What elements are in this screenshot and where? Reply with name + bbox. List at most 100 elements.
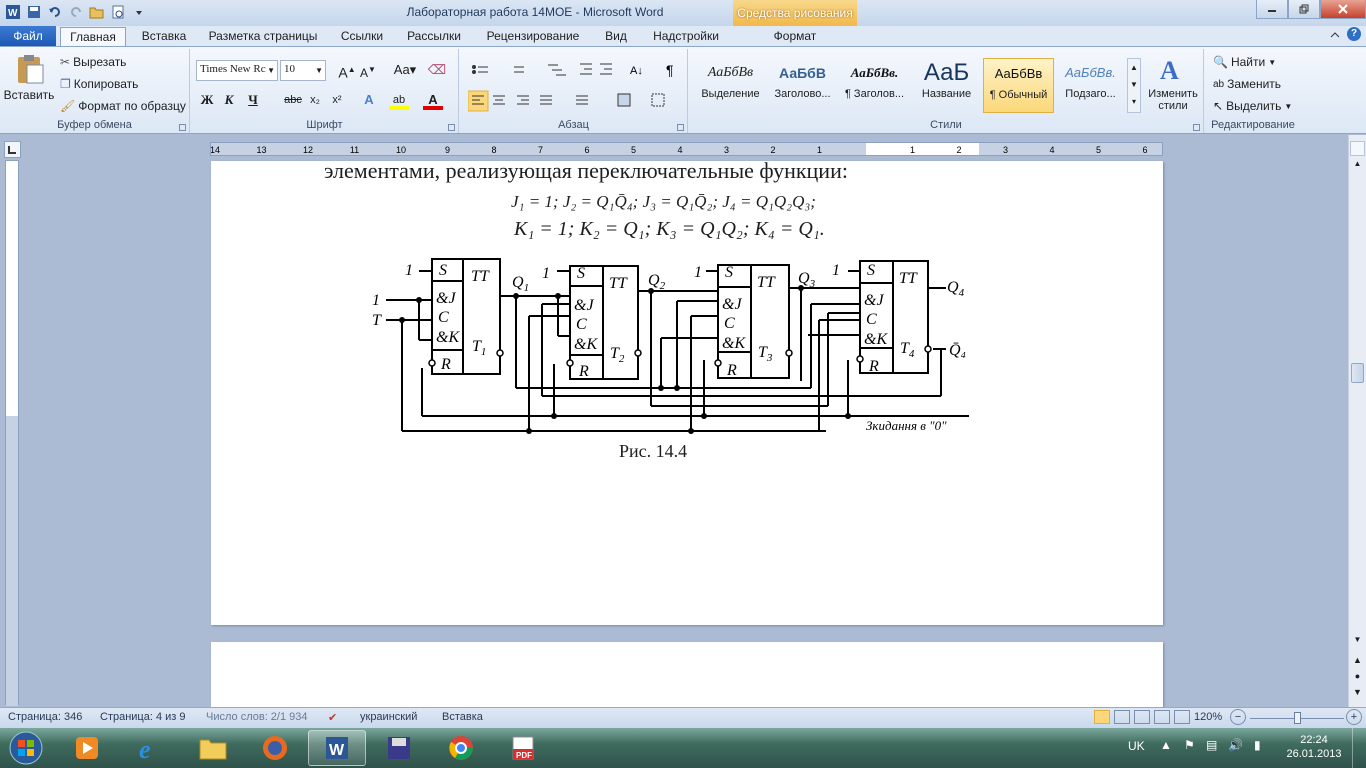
minimize-icon[interactable] xyxy=(1256,0,1288,19)
figure-caption: Рис. 14.4 xyxy=(619,441,688,461)
bold-button[interactable]: Ж xyxy=(197,90,217,110)
tab-file[interactable]: Файл xyxy=(0,26,56,47)
print-layout-icon[interactable] xyxy=(1094,710,1110,724)
select-button[interactable]: ↖ Выделить ▼ xyxy=(1213,99,1292,113)
zoom-thumb[interactable] xyxy=(1294,712,1301,724)
highlight-icon[interactable]: ab xyxy=(389,90,409,110)
clear-formatting-icon[interactable]: ⌫ xyxy=(427,60,447,80)
tray-language[interactable]: UK xyxy=(1128,739,1145,753)
minimize-ribbon-icon[interactable] xyxy=(1330,29,1340,43)
shading-icon xyxy=(617,93,631,107)
dialog-launcher-icon[interactable] xyxy=(448,124,455,131)
draft-icon[interactable] xyxy=(1174,710,1190,724)
tab-view[interactable]: Вид xyxy=(598,27,634,46)
vertical-scrollbar[interactable]: ▲ ▼ ▲ ● ▼ xyxy=(1348,135,1366,707)
zoom-out-icon[interactable]: − xyxy=(1230,709,1246,725)
dialog-launcher-icon[interactable] xyxy=(179,124,186,131)
media-player-icon[interactable] xyxy=(58,730,116,766)
save-app-icon[interactable] xyxy=(370,730,428,766)
power-icon[interactable]: ▮ xyxy=(1254,738,1261,752)
prev-page-icon[interactable]: ▲ xyxy=(1350,655,1365,670)
next-page-icon[interactable]: ▼ xyxy=(1350,687,1365,702)
shrink-font-icon[interactable]: A▼ xyxy=(358,60,378,80)
change-styles-button[interactable]: A Изменить стили xyxy=(1144,55,1202,112)
proofing-icon[interactable]: ✔ xyxy=(328,711,337,724)
zoom-in-icon[interactable]: + xyxy=(1346,709,1362,725)
styles-scroll[interactable]: ▲ ▼ ▾ xyxy=(1127,58,1141,113)
status-page[interactable]: Страница: 346 xyxy=(8,711,82,723)
style-subtitle[interactable]: АаБбВв. Подзаго... xyxy=(1055,58,1126,113)
restore-icon[interactable] xyxy=(1288,0,1320,19)
web-layout-icon[interactable] xyxy=(1134,710,1150,724)
internet-explorer-icon[interactable]: e xyxy=(122,730,180,766)
replace-button[interactable]: ab Заменить xyxy=(1213,77,1281,91)
tab-stop-selector[interactable] xyxy=(4,141,21,158)
style-normal[interactable]: АаБбВв ¶ Обычный xyxy=(983,58,1054,113)
start-button[interactable] xyxy=(0,730,52,766)
dialog-launcher-icon[interactable] xyxy=(1193,124,1200,131)
status-mode[interactable]: Вставка xyxy=(442,711,483,723)
volume-icon[interactable]: 🔊 xyxy=(1228,738,1243,752)
change-case-icon[interactable]: Aa▾ xyxy=(391,60,419,80)
clock[interactable]: 22:24 26.01.2013 xyxy=(1286,733,1342,761)
network-icon[interactable]: ▤ xyxy=(1206,738,1217,752)
vertical-ruler[interactable] xyxy=(5,160,19,706)
ruler-toggle-icon[interactable] xyxy=(1350,141,1365,156)
scroll-up-icon[interactable]: ▲ xyxy=(1350,159,1365,174)
show-desktop-button[interactable] xyxy=(1352,728,1366,768)
paste-button[interactable]: Вставить xyxy=(4,53,54,102)
strikethrough-icon[interactable]: abc xyxy=(281,90,305,110)
pin-label: S xyxy=(577,265,585,282)
outline-icon[interactable] xyxy=(1154,710,1170,724)
style-title[interactable]: АаБ Название xyxy=(911,58,982,113)
tab-home[interactable]: Главная xyxy=(60,27,126,47)
tab-review[interactable]: Рецензирование xyxy=(480,27,586,46)
close-icon[interactable] xyxy=(1320,0,1366,19)
cut-button[interactable]: ✂ Вырезать xyxy=(60,55,126,69)
circuit-diagram[interactable]: 1 T S&J C&K R TT T1 1 S&J C&K R TT T2 1 S&J C&K R TT T3 1 S &… xyxy=(361,256,981,436)
find-button[interactable]: 🔍 Найти ▼ xyxy=(1213,55,1276,69)
tab-format[interactable]: Формат xyxy=(762,27,828,46)
font-name-combo[interactable]: Times New Rc ▼ xyxy=(196,60,278,81)
italic-button[interactable]: К xyxy=(219,90,239,110)
tab-insert[interactable]: Вставка xyxy=(134,27,194,46)
style-heading[interactable]: АаБбВв. ¶ Заголов... xyxy=(839,58,910,113)
copy-button[interactable]: ❐ Копировать xyxy=(60,77,138,91)
style-heading1[interactable]: АаБбВ Заголово... xyxy=(767,58,838,113)
tab-addins[interactable]: Надстройки xyxy=(645,27,727,46)
document-page[interactable]: элементами, реализующая переключательные… xyxy=(211,158,1163,625)
grow-font-icon[interactable]: A▲ xyxy=(337,60,357,81)
font-size-combo[interactable]: 10 ▼ xyxy=(280,60,326,81)
full-screen-reading-icon[interactable] xyxy=(1114,710,1130,724)
tray-expand-icon[interactable]: ▲ xyxy=(1160,738,1172,752)
zoom-level[interactable]: 120% xyxy=(1194,711,1222,723)
font-color-icon[interactable]: A xyxy=(423,90,443,110)
firefox-icon[interactable] xyxy=(246,730,304,766)
status-language[interactable]: украинский xyxy=(360,711,417,723)
chrome-icon[interactable] xyxy=(432,730,490,766)
tab-references[interactable]: Ссылки xyxy=(336,27,388,46)
dialog-launcher-icon[interactable] xyxy=(677,124,684,131)
help-icon[interactable]: ? xyxy=(1347,27,1361,41)
horizontal-ruler[interactable]: 14 13 12 11 10 9 8 7 6 5 4 3 2 1 1 2 3 4 5 6 xyxy=(210,142,1163,156)
pdf-reader-icon[interactable]: PDF xyxy=(494,730,552,766)
numbering-icon xyxy=(514,66,524,73)
style-emphasis[interactable]: АаБбВв Выделение xyxy=(695,58,766,113)
superscript-icon[interactable]: x² xyxy=(327,90,347,110)
tab-mailings[interactable]: Рассылки xyxy=(400,27,468,46)
subscript-icon[interactable]: x₂ xyxy=(305,90,325,110)
word-taskbar-icon[interactable]: W xyxy=(308,730,366,766)
status-page-of[interactable]: Страница: 4 из 9 xyxy=(100,711,186,723)
align-left-icon xyxy=(468,90,489,112)
action-center-icon[interactable]: ⚑ xyxy=(1184,738,1195,752)
format-painter-button[interactable]: 🖌 Формат по образцу xyxy=(60,99,186,113)
document-page-2[interactable] xyxy=(211,642,1163,712)
status-words[interactable]: Число слов: 2/1 934 xyxy=(206,711,308,723)
scroll-thumb[interactable] xyxy=(1351,363,1364,383)
scroll-down-icon[interactable]: ▼ xyxy=(1350,635,1365,650)
tab-page-layout[interactable]: Разметка страницы xyxy=(204,27,322,46)
browse-object-icon[interactable]: ● xyxy=(1350,671,1365,686)
underline-button[interactable]: Ч xyxy=(243,90,263,110)
text-effects-icon[interactable]: A xyxy=(359,90,379,110)
explorer-folder-icon[interactable] xyxy=(184,730,242,766)
